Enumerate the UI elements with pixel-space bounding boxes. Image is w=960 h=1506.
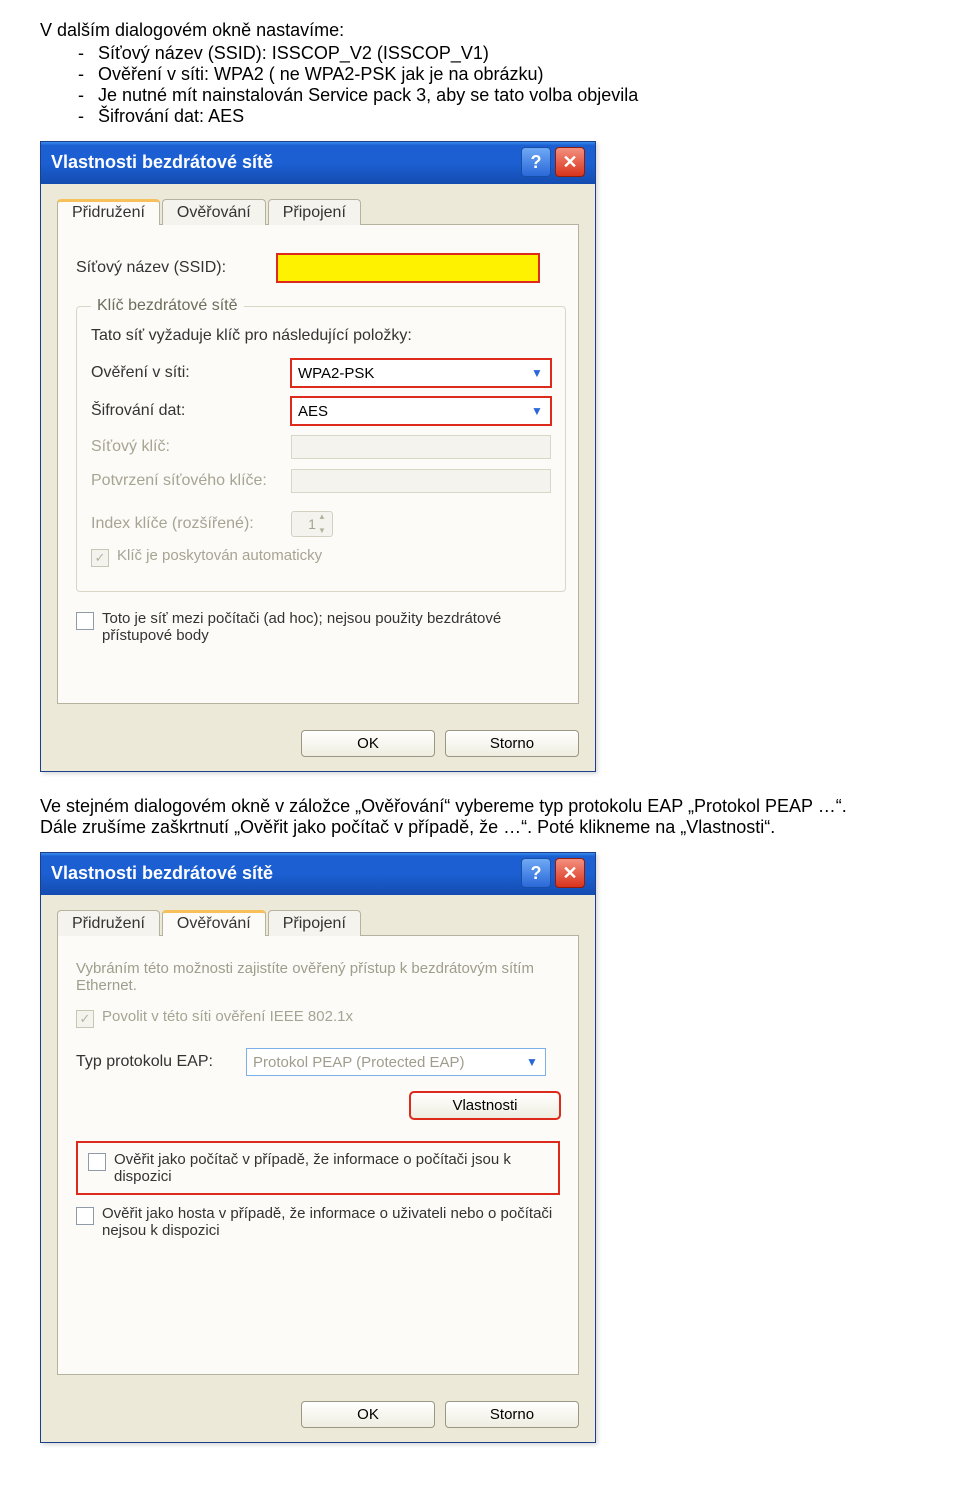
cancel-button[interactable]: Storno bbox=[445, 730, 579, 757]
ssid-input[interactable] bbox=[276, 253, 540, 283]
verify-as-computer-highlight: Ověřit jako počítač v případě, že inform… bbox=[76, 1141, 560, 1195]
tab-association[interactable]: Přidružení bbox=[57, 910, 160, 936]
auto-key-checkbox: ✓ Klíč je poskytován automaticky bbox=[91, 547, 551, 567]
auth-note: Vybráním této možnosti zajistíte ověřený… bbox=[76, 960, 560, 994]
adhoc-checkbox[interactable]: Toto je síť mezi počítači (ad hoc); nejs… bbox=[76, 610, 560, 644]
chevron-down-icon: ▼ bbox=[528, 402, 546, 420]
tabstrip: Přidružení Ověřování Připojení bbox=[57, 198, 579, 224]
ssid-label: Síťový název (SSID): bbox=[76, 259, 276, 277]
key-index-value: 1 bbox=[308, 516, 316, 532]
confirm-key-label: Potvrzení síťového klíče: bbox=[91, 472, 291, 490]
cancel-button[interactable]: Storno bbox=[445, 1401, 579, 1428]
verify-as-computer-checkbox[interactable]: Ověřit jako počítač v případě, že inform… bbox=[88, 1151, 548, 1185]
mid-paragraph-line1: Ve stejném dialogovém okně v záložce „Ov… bbox=[40, 796, 847, 816]
wireless-key-group: Klíč bezdrátové sítě Tato síť vyžaduje k… bbox=[76, 297, 566, 592]
network-auth-value: WPA2-PSK bbox=[298, 365, 374, 382]
bullet-auth: Ověření v síti: WPA2 ( ne WPA2-PSK jak j… bbox=[98, 64, 920, 85]
tab-authentication[interactable]: Ověřování bbox=[162, 910, 266, 936]
intro-bullets: Síťový název (SSID): ISSCOP_V2 (ISSCOP_V… bbox=[40, 43, 920, 127]
dialog-wireless-properties-2: Vlastnosti bezdrátové sítě ? ✕ Přidružen… bbox=[40, 852, 596, 1443]
tab-connection[interactable]: Připojení bbox=[268, 910, 361, 936]
confirm-key-input bbox=[291, 469, 551, 493]
mid-paragraph-line2: Dále zrušíme zaškrtnutí „Ověřit jako poč… bbox=[40, 817, 775, 837]
verify-as-computer-label: Ověřit jako počítač v případě, že inform… bbox=[114, 1151, 548, 1185]
data-encryption-label: Šifrování dat: bbox=[91, 402, 291, 420]
enable-8021x-label: Povolit v této síti ověření IEEE 802.1x bbox=[102, 1008, 353, 1025]
eap-type-label: Typ protokolu EAP: bbox=[76, 1053, 246, 1071]
tab-association[interactable]: Přidružení bbox=[57, 199, 160, 225]
tabstrip: Přidružení Ověřování Připojení bbox=[57, 909, 579, 935]
network-key-label: Síťový klíč: bbox=[91, 438, 291, 456]
auto-key-label: Klíč je poskytován automaticky bbox=[117, 547, 322, 564]
bullet-ssid: Síťový název (SSID): ISSCOP_V2 (ISSCOP_V… bbox=[98, 43, 920, 64]
adhoc-label: Toto je síť mezi počítači (ad hoc); nejs… bbox=[102, 610, 560, 644]
intro-text: V dalším dialogovém okně nastavíme: bbox=[40, 20, 920, 41]
chevron-down-icon: ▼ bbox=[523, 1053, 541, 1071]
tab-connection[interactable]: Připojení bbox=[268, 199, 361, 225]
tab-authentication[interactable]: Ověřování bbox=[162, 199, 266, 225]
ok-button[interactable]: OK bbox=[301, 730, 435, 757]
help-icon[interactable]: ? bbox=[521, 858, 551, 888]
titlebar: Vlastnosti bezdrátové sítě ? ✕ bbox=[41, 142, 595, 184]
group-legend: Klíč bezdrátové sítě bbox=[91, 297, 244, 315]
help-icon[interactable]: ? bbox=[521, 147, 551, 177]
chevron-down-icon: ▼ bbox=[528, 364, 546, 382]
dialog-title: Vlastnosti bezdrátové sítě bbox=[51, 152, 273, 173]
dialog-title: Vlastnosti bezdrátové sítě bbox=[51, 863, 273, 884]
mid-paragraph: Ve stejném dialogovém okně v záložce „Ov… bbox=[40, 796, 920, 838]
bullet-sp3: Je nutné mít nainstalován Service pack 3… bbox=[98, 85, 920, 106]
group-text: Tato síť vyžaduje klíč pro následující p… bbox=[91, 327, 551, 345]
dialog-wireless-properties-1: Vlastnosti bezdrátové sítě ? ✕ Přidružen… bbox=[40, 141, 596, 772]
enable-8021x-checkbox: ✓ Povolit v této síti ověření IEEE 802.1… bbox=[76, 1008, 560, 1028]
eap-type-value: Protokol PEAP (Protected EAP) bbox=[253, 1054, 465, 1071]
network-auth-combo[interactable]: WPA2-PSK ▼ bbox=[291, 359, 551, 387]
close-icon[interactable]: ✕ bbox=[555, 858, 585, 888]
ok-button[interactable]: OK bbox=[301, 1401, 435, 1428]
key-index-spinner: 1 ▲▼ bbox=[291, 511, 333, 537]
network-key-input bbox=[291, 435, 551, 459]
data-encryption-combo[interactable]: AES ▼ bbox=[291, 397, 551, 425]
verify-as-guest-label: Ověřit jako hosta v případě, že informac… bbox=[102, 1205, 560, 1239]
key-index-label: Index klíče (rozšířené): bbox=[91, 515, 291, 533]
data-encryption-value: AES bbox=[298, 403, 328, 420]
network-auth-label: Ověření v síti: bbox=[91, 364, 291, 382]
tab-pane-association: Síťový název (SSID): Klíč bezdrátové sít… bbox=[57, 224, 579, 704]
tab-pane-authentication: Vybráním této možnosti zajistíte ověřený… bbox=[57, 935, 579, 1375]
eap-type-combo[interactable]: Protokol PEAP (Protected EAP) ▼ bbox=[246, 1048, 546, 1076]
bullet-enc: Šifrování dat: AES bbox=[98, 106, 920, 127]
close-icon[interactable]: ✕ bbox=[555, 147, 585, 177]
titlebar: Vlastnosti bezdrátové sítě ? ✕ bbox=[41, 853, 595, 895]
verify-as-guest-checkbox[interactable]: Ověřit jako hosta v případě, že informac… bbox=[76, 1205, 560, 1239]
properties-button[interactable]: Vlastnosti bbox=[410, 1092, 560, 1119]
